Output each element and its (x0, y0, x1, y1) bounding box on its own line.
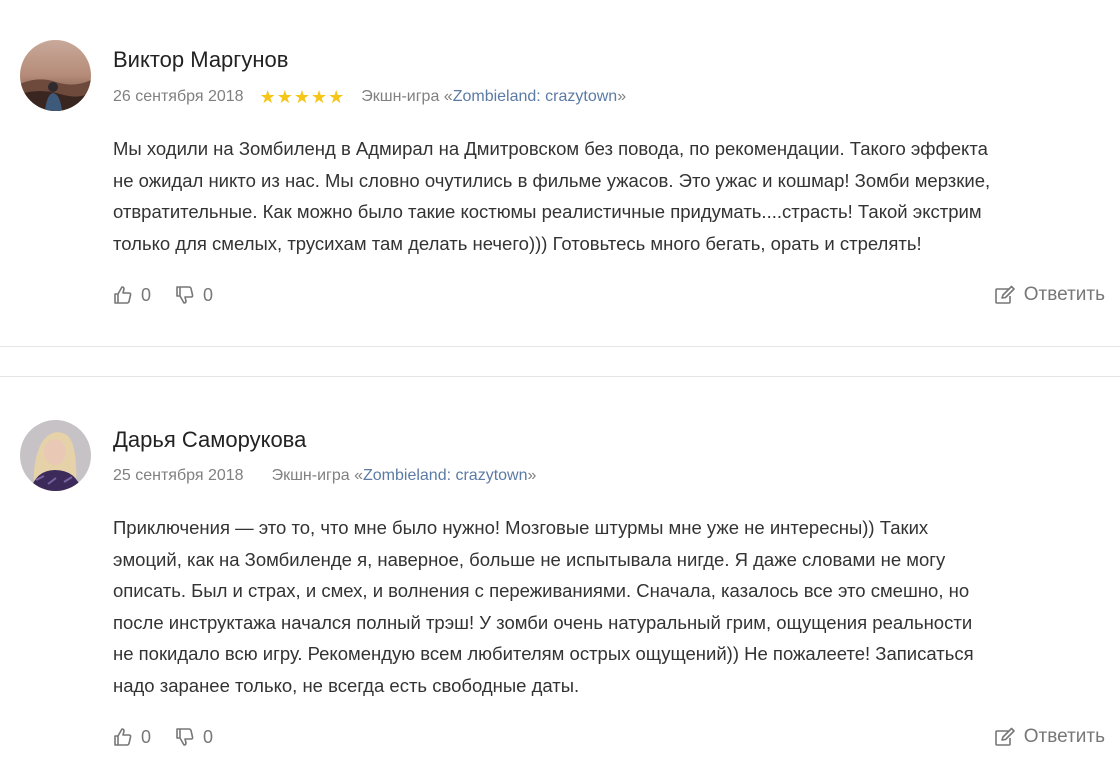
divider (0, 376, 1120, 377)
rating-stars: ★ ★ ★ ★ ★ (260, 88, 346, 106)
like-count: 0 (141, 726, 152, 747)
thumbs-up-icon (114, 286, 132, 304)
author-name[interactable]: Виктор Маргунов (113, 47, 288, 73)
edit-icon (994, 285, 1015, 304)
review-actions: 0 0 (113, 283, 237, 307)
review-actions: 0 0 (113, 725, 237, 749)
thumbs-down-icon (176, 286, 194, 304)
review-text: Приключения — это то, что мне было нужно… (113, 512, 1113, 701)
review-text-line: описать. Был и страх, и смех, и волнения… (113, 580, 970, 601)
star-icon: ★ (259, 87, 276, 107)
review-text: Мы ходили на Зомбиленд в Адмирал на Дмит… (113, 133, 1113, 259)
thumbs-up-icon (114, 728, 132, 746)
review-date: 26 сентября 2018 (113, 88, 244, 105)
reply-label: Ответить (1023, 284, 1105, 305)
review-date: 25 сентября 2018 (113, 467, 244, 484)
edit-icon (994, 727, 1015, 746)
review-text-line: эмоций, как на Зомбиленде я, наверное, б… (113, 548, 946, 570)
avatar[interactable] (20, 40, 91, 111)
review-text-line: надо заранее только, не всегда есть своб… (113, 674, 580, 696)
dislike-button[interactable]: 0 (175, 285, 213, 306)
review-card: Дарья Саморукова 25 сентября 2018 Экшн-и… (0, 378, 1120, 771)
game-label: Экшн-игра « (271, 467, 363, 484)
divider (0, 346, 1120, 347)
game-link[interactable]: Zombieland: crazytown (453, 88, 618, 106)
review-text-line: не покидало всю игру. Рекомендую всем лю… (113, 643, 974, 664)
review-text-line: Мы ходили на Зомбиленд в Адмирал на Дмит… (113, 138, 988, 159)
thumbs-down-icon (176, 728, 194, 746)
reply-label: Ответить (1023, 726, 1105, 747)
review-text-line: Приключения — это то, что мне было нужно… (113, 517, 929, 538)
like-button[interactable]: 0 (113, 285, 151, 306)
dislike-count: 0 (203, 284, 214, 305)
review-text-line: не ожидал никто из нас. Мы словно очутил… (113, 169, 991, 191)
reply-button[interactable]: Ответить (994, 283, 1105, 307)
game-label-close: » (527, 467, 537, 484)
dislike-count: 0 (203, 726, 214, 747)
avatar-photo (20, 420, 91, 491)
game-link[interactable]: Zombieland: crazytown (363, 467, 528, 485)
star-icon: ★ (293, 87, 310, 107)
review-text-line: после инструктажа начался полный трэш! У… (113, 611, 973, 633)
avatar-photo (20, 40, 91, 111)
star-icon: ★ (328, 87, 345, 107)
game-label: Экшн-игра « (361, 88, 453, 105)
review-text-line: отвратительные. Как можно было такие кос… (113, 201, 982, 222)
star-icon: ★ (310, 87, 328, 107)
star-icon: ★ (276, 87, 293, 107)
author-name[interactable]: Дарья Саморукова (113, 427, 306, 453)
reply-button[interactable]: Ответить (994, 725, 1105, 749)
review-meta: 26 сентября 2018 ★ ★ ★ ★ ★ Экшн-игра «Zo… (113, 86, 626, 108)
review-meta: 25 сентября 2018 Экшн-игра «Zombieland: … (113, 465, 536, 487)
dislike-button[interactable]: 0 (175, 727, 213, 748)
review-text-line: только для смелых, трусихам там делать н… (113, 232, 922, 254)
avatar[interactable] (20, 420, 91, 491)
like-button[interactable]: 0 (113, 727, 151, 748)
game-label-close: » (617, 88, 627, 105)
like-count: 0 (141, 284, 152, 305)
review-card: Виктор Маргунов 26 сентября 2018 ★ ★ ★ ★… (0, 0, 1120, 346)
